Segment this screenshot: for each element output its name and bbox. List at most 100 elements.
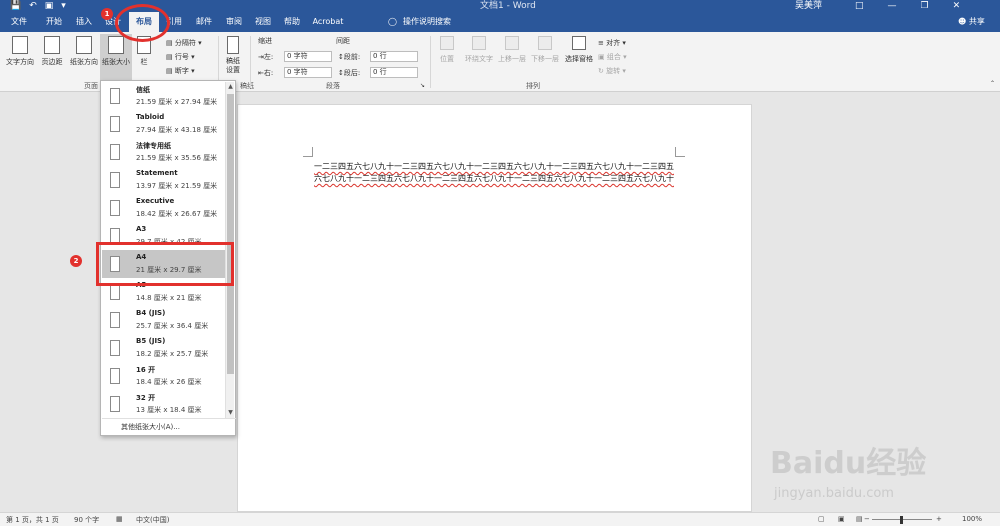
zoom-in-icon[interactable]: + [936, 515, 942, 523]
page-thumbnail-icon [110, 396, 120, 412]
tab-review[interactable]: 审阅 [220, 12, 248, 32]
step-badge-2: 2 [70, 255, 82, 267]
zoom-slider-thumb[interactable] [900, 516, 903, 524]
window-controls: □ — ❐ ✕ [855, 0, 960, 12]
orientation-button[interactable]: 纸张方向 [68, 34, 100, 80]
bring-forward-button[interactable]: 上移一层 [497, 36, 527, 64]
restore-icon[interactable]: ❐ [921, 0, 929, 12]
group-objects-button[interactable]: ▣ 组合 ▾ [598, 52, 627, 62]
position-label: 位置 [440, 55, 454, 63]
line-numbers-icon: ▤ [166, 53, 173, 61]
indent-left-input[interactable]: 0 字符 [284, 51, 332, 62]
paper-size-option-32k[interactable]: 32 开 13 厘米 x 18.4 厘米 [102, 390, 225, 418]
page-count[interactable]: 第 1 页，共 1 页 [6, 515, 59, 525]
ribbon-display-icon[interactable]: □ [855, 0, 864, 12]
paper-size-dims: 13 厘米 x 18.4 厘米 [136, 406, 202, 414]
hyphenation-button[interactable]: ▤ 断字 ▾ [166, 66, 195, 76]
selection-pane-button[interactable]: 选择窗格 [563, 36, 595, 64]
paper-size-name: 32 开 [136, 394, 156, 402]
more-paper-sizes-link[interactable]: 其他纸张大小(A)... [121, 422, 180, 432]
tab-insert[interactable]: 插入 [70, 12, 98, 32]
quick-access-toolbar: 💾 ↶ ▣ ▾ [10, 0, 66, 12]
size-button[interactable]: 纸张大小 [100, 34, 132, 80]
web-layout-icon[interactable]: ▤ [856, 515, 863, 523]
share-button[interactable]: ☻ 共享 [958, 12, 985, 32]
print-layout-icon[interactable]: ▣ [838, 515, 845, 523]
paper-size-dims: 27.94 厘米 x 43.18 厘米 [136, 126, 218, 134]
arrange-group-label: 排列 [526, 82, 540, 90]
tab-mailings[interactable]: 邮件 [190, 12, 218, 32]
space-after-input[interactable]: 0 行 [370, 67, 418, 78]
page-thumbnail-icon [110, 116, 120, 132]
space-before-input[interactable]: 0 行 [370, 51, 418, 62]
document-text[interactable]: 一二三四五六七八九十一二三四五六七八九十一二三四五六七八九十一二三四五六七八九十… [314, 161, 676, 185]
align-button[interactable]: ≡ 对齐 ▾ [598, 38, 626, 48]
tab-home[interactable]: 开始 [40, 12, 68, 32]
zoom-level[interactable]: 100% [962, 515, 982, 523]
close-icon[interactable]: ✕ [953, 0, 961, 12]
watermark-url: jingyan.baidu.com [774, 486, 894, 501]
save-icon[interactable]: 💾 [10, 0, 21, 12]
page-thumbnail-icon [110, 144, 120, 160]
draft-settings-button[interactable]: 稿纸设置 [220, 34, 246, 80]
paper-size-option-b4[interactable]: B4 (JIS) 25.7 厘米 x 36.4 厘米 [102, 306, 225, 334]
page-thumbnail-icon [110, 284, 120, 300]
paper-size-dims: 18.42 厘米 x 26.67 厘米 [136, 210, 218, 218]
print-preview-icon[interactable]: ▣ [45, 0, 54, 12]
word-count[interactable]: 90 个字 [74, 515, 99, 525]
person-icon: ☻ [958, 17, 967, 26]
margin-corner-mark [303, 147, 313, 157]
zoom-out-icon[interactable]: − [864, 515, 870, 523]
tab-view[interactable]: 视图 [249, 12, 277, 32]
page-thumbnail-icon [110, 200, 120, 216]
indent-left-label: ⇥左: [258, 53, 274, 61]
user-name[interactable]: 吴美萍 [795, 0, 822, 12]
paper-size-option-executive[interactable]: Executive 18.42 厘米 x 26.67 厘米 [102, 194, 225, 222]
paper-size-name: Tabloid [136, 113, 165, 121]
step-badge-1: 1 [101, 8, 113, 20]
paper-size-option-16k[interactable]: 16 开 18.4 厘米 x 26 厘米 [102, 362, 225, 390]
minimize-icon[interactable]: — [888, 0, 897, 12]
paper-size-option-legal[interactable]: 法律专用纸 21.59 厘米 x 35.56 厘米 [102, 138, 225, 166]
send-backward-button[interactable]: 下移一层 [530, 36, 560, 64]
tab-file[interactable]: 文件 [6, 12, 32, 32]
read-mode-icon[interactable]: ▢ [818, 515, 825, 523]
paper-size-option-b5[interactable]: B5 (JIS) 18.2 厘米 x 25.7 厘米 [102, 334, 225, 362]
paper-size-name: B4 (JIS) [136, 309, 166, 317]
language-indicator[interactable]: 中文(中国) [136, 515, 169, 525]
proofing-icon[interactable]: ▦ [116, 515, 123, 523]
paper-size-option-letter[interactable]: 信纸 21.59 厘米 x 27.94 厘米 [102, 82, 225, 110]
margins-button[interactable]: 页边距 [36, 34, 68, 80]
orientation-icon [76, 36, 92, 54]
collapse-ribbon-icon[interactable]: ⌃ [990, 80, 995, 87]
highlight-rectangle [96, 242, 234, 286]
paragraph-dialog-launcher-icon[interactable]: ↘ [420, 82, 425, 89]
indent-right-input[interactable]: 0 字符 [284, 67, 332, 78]
customize-icon[interactable]: ▾ [61, 0, 66, 12]
rotate-button[interactable]: ↻ 旋转 ▾ [598, 66, 626, 76]
highlight-ellipse [115, 4, 170, 42]
undo-icon[interactable]: ↶ [29, 0, 37, 12]
scroll-thumb[interactable] [227, 94, 234, 374]
tab-acrobat[interactable]: Acrobat [308, 12, 348, 32]
scroll-down-icon[interactable]: ▼ [226, 408, 235, 418]
paper-size-option-tabloid[interactable]: Tabloid 27.94 厘米 x 43.18 厘米 [102, 110, 225, 138]
paper-size-name: Statement [136, 169, 178, 177]
breaks-button[interactable]: ▤ 分隔符 ▾ [166, 38, 202, 48]
indent-label: 缩进 [258, 37, 272, 45]
selection-pane-label: 选择窗格 [565, 55, 593, 63]
paper-size-option-statement[interactable]: Statement 13.97 厘米 x 21.59 厘米 [102, 166, 225, 194]
text-direction-button[interactable]: 文字方向 [4, 34, 36, 80]
line-numbers-button[interactable]: ▤ 行号 ▾ [166, 52, 195, 62]
margins-icon [44, 36, 60, 54]
document-page[interactable]: 一二三四五六七八九十一二三四五六七八九十一二三四五六七八九十一二三四五六七八九十… [237, 104, 752, 512]
tell-me-search[interactable]: ◯ 操作说明搜索 [388, 12, 451, 32]
tab-help[interactable]: 帮助 [278, 12, 306, 32]
paper-size-dims: 21.59 厘米 x 27.94 厘米 [136, 98, 218, 106]
paper-size-icon [108, 36, 124, 54]
position-button[interactable]: 位置 [434, 36, 460, 64]
scroll-up-icon[interactable]: ▲ [226, 82, 235, 92]
wrap-text-button[interactable]: 环绕文字 [464, 36, 494, 64]
size-label: 纸张大小 [102, 58, 130, 66]
indent-right-label: ⇤右: [258, 69, 274, 77]
